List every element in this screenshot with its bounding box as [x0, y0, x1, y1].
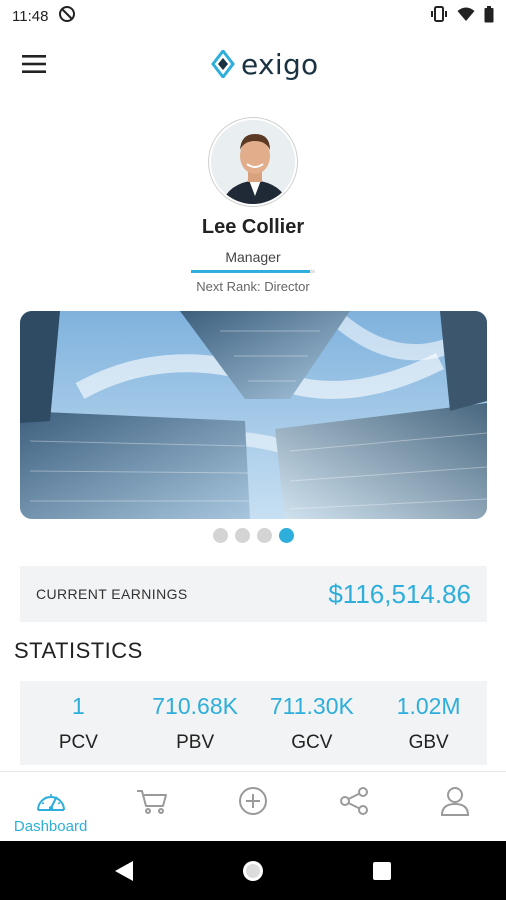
plus-circle-icon: [239, 787, 267, 815]
status-bar: 11:48: [0, 0, 506, 32]
stat-value: 1.02M: [396, 693, 461, 719]
battery-icon: [484, 5, 494, 27]
recents-square-icon: [372, 861, 391, 880]
logo-text: exigo: [241, 47, 319, 81]
home-circle-icon: [242, 860, 263, 881]
statistics-card: 1 PCV 710.68K PBV 711.30K GCV 1.02M GBV: [20, 681, 487, 765]
stat-pbv[interactable]: 710.68K PBV: [137, 681, 254, 765]
stat-value: 711.30K: [269, 693, 354, 719]
stat-label: GCV: [291, 732, 333, 753]
wifi-icon: [457, 7, 475, 26]
app-bar: exigo: [0, 32, 506, 96]
stat-value: 710.68K: [152, 693, 238, 719]
system-navigation-bar: [0, 841, 506, 900]
stat-label: PCV: [58, 732, 98, 753]
carousel-dot-4[interactable]: [278, 528, 294, 543]
share-icon: [340, 787, 369, 815]
earnings-label: CURRENT EARNINGS: [36, 586, 188, 602]
system-recents-button[interactable]: [362, 851, 402, 891]
system-back-button[interactable]: [104, 851, 144, 891]
bottom-navigation: Dashboard: [0, 771, 506, 841]
vibrate-icon: [430, 6, 448, 26]
menu-button[interactable]: [16, 48, 52, 80]
profile-photo: [211, 120, 295, 204]
rank-progress-bar: [191, 270, 315, 273]
carousel-dot-3[interactable]: [256, 528, 272, 543]
nav-dashboard[interactable]: Dashboard: [0, 772, 101, 841]
app-logo: exigo: [211, 46, 319, 82]
system-home-button[interactable]: [233, 851, 273, 891]
carousel-dot-2[interactable]: [234, 528, 250, 543]
profile-name: Lee Collier: [201, 216, 305, 238]
rank-progress-fill: [191, 270, 311, 273]
stat-label: GBV: [408, 732, 449, 753]
dashboard-gauge-icon: [36, 794, 65, 811]
skyscrapers-banner-image: [20, 311, 487, 519]
user-icon: [441, 787, 470, 816]
carousel-indicator: [0, 528, 506, 543]
hamburger-icon: [22, 55, 46, 73]
exigo-logo-icon: [211, 50, 235, 78]
dnd-icon: [58, 5, 76, 27]
stat-pcv[interactable]: 1 PCV: [20, 681, 137, 765]
profile-section: Lee Collier Manager Next Rank: Director: [0, 118, 506, 294]
banner-carousel[interactable]: [20, 311, 487, 519]
nav-dashboard-label: Dashboard: [13, 818, 88, 835]
stat-gbv[interactable]: 1.02M GBV: [370, 681, 487, 765]
nav-add[interactable]: [202, 772, 303, 841]
avatar[interactable]: [209, 118, 297, 206]
status-time: 11:48: [12, 7, 49, 25]
carousel-dot-1[interactable]: [212, 528, 228, 543]
nav-profile[interactable]: [405, 772, 506, 841]
statistics-title: STATISTICS: [14, 638, 143, 663]
next-rank-text: Next Rank: Director: [196, 279, 310, 294]
current-earnings-card[interactable]: CURRENT EARNINGS $116,514.86: [20, 566, 487, 622]
cart-icon: [136, 790, 167, 814]
nav-share[interactable]: [304, 772, 405, 841]
stat-value: 1: [71, 693, 85, 719]
nav-cart[interactable]: [101, 772, 202, 841]
back-triangle-icon: [115, 860, 134, 881]
stat-gcv[interactable]: 711.30K GCV: [254, 681, 371, 765]
stat-label: PBV: [176, 732, 215, 753]
earnings-value: $116,514.86: [328, 578, 471, 609]
profile-rank: Manager: [225, 249, 281, 265]
